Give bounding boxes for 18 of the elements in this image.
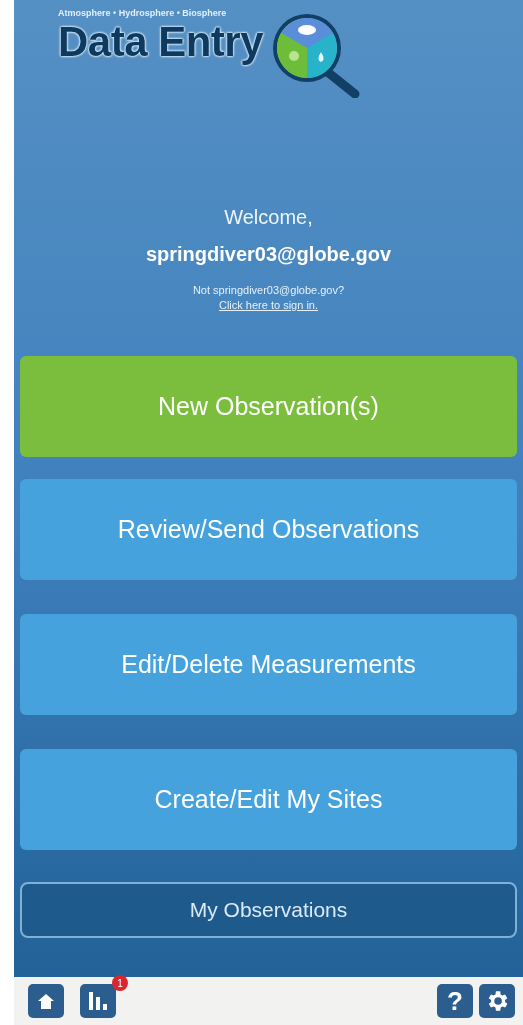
welcome-text: Welcome, [224, 206, 313, 229]
my-observations-button[interactable]: My Observations [20, 882, 517, 938]
sign-in-link[interactable]: Click here to sign in. [218, 299, 318, 311]
action-button[interactable]: Edit/Delete Measurements [20, 614, 517, 715]
help-button[interactable]: ? [437, 984, 473, 1018]
home-button[interactable] [28, 984, 64, 1018]
not-user-text: Not springdiver03@globe.gov? [192, 284, 345, 296]
settings-button[interactable] [479, 984, 515, 1018]
user-email: springdiver03@globe.gov [145, 243, 392, 266]
notification-badge: 1 [112, 975, 128, 991]
app-title: Data Entry [58, 18, 264, 66]
stats-button[interactable] [80, 984, 116, 1018]
home-icon [38, 993, 54, 1009]
bar-chart-icon [88, 992, 108, 1010]
action-button[interactable]: Review/Send Observations [20, 479, 517, 580]
action-button[interactable]: Create/Edit My Sites [20, 749, 517, 850]
action-button[interactable]: New Observation(s) [20, 356, 517, 457]
tagline: Atmosphere • Hydrosphere • Biosphere [58, 8, 228, 18]
